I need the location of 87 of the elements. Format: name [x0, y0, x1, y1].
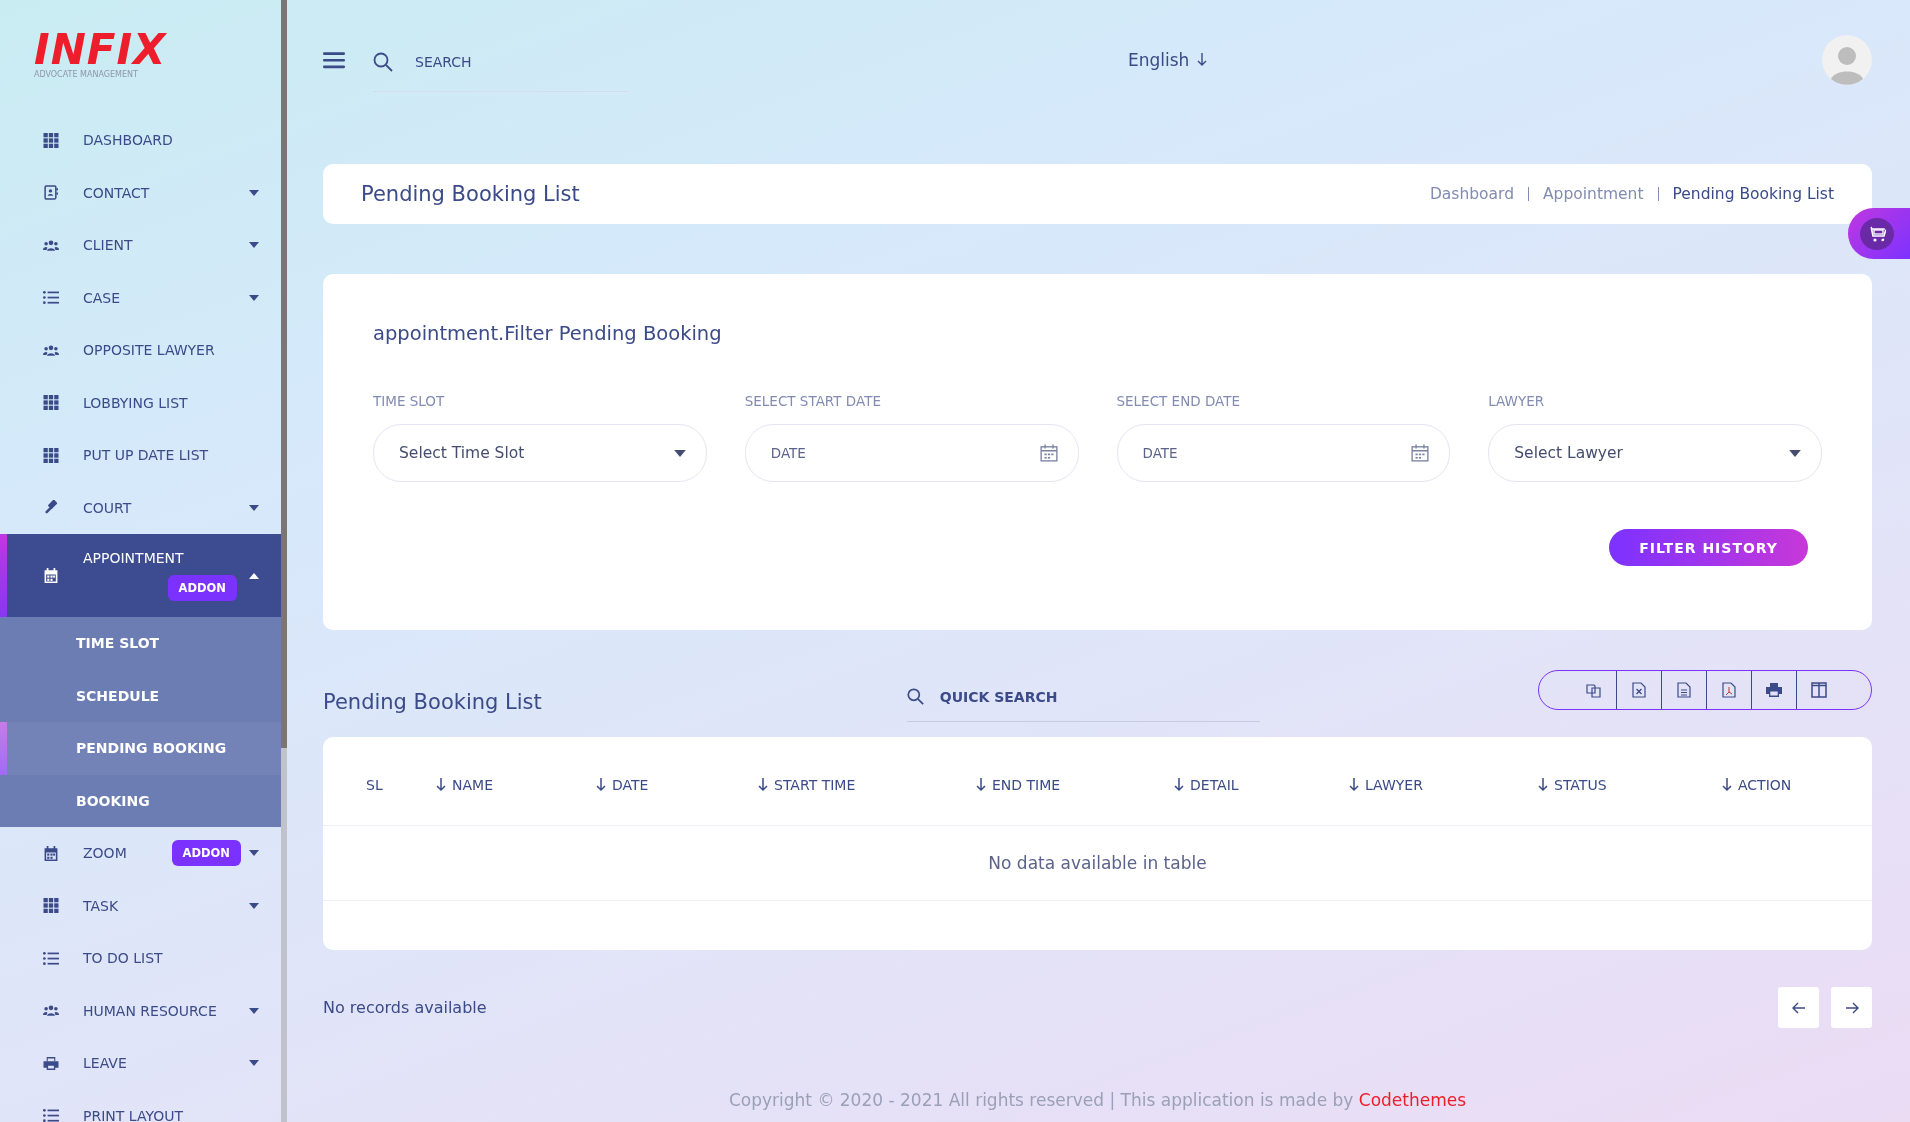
addon-badge: ADDON	[171, 840, 241, 867]
select-field[interactable]: Select Time Slot	[373, 424, 707, 482]
left-arrow-icon	[1791, 1001, 1806, 1014]
cart-icon	[1860, 217, 1894, 250]
grid-icon	[43, 898, 59, 914]
empty-table-message: No data available in table	[323, 826, 1872, 901]
copyright-text: Copyright © 2020 - 2021 All rights reserved | This application is made by Codethemes	[727, 1090, 1468, 1110]
search-icon	[906, 688, 924, 705]
sidebar-item[interactable]: DASHBOARD	[0, 114, 281, 167]
search-field[interactable]: SEARCH	[413, 52, 607, 71]
sort-arrow-icon	[436, 778, 446, 792]
list-title: Pending Booking List	[323, 690, 542, 714]
language-selector[interactable]: English	[1128, 50, 1208, 70]
calendar-icon	[1411, 444, 1430, 462]
logo-tagline: ADVOCATE MANAGEMENT	[34, 70, 138, 79]
list-icon	[43, 290, 59, 306]
sidebar-item[interactable]: ZOOM ADDON	[0, 827, 281, 880]
records-info: No records available	[323, 998, 487, 1017]
sort-arrow-icon	[1538, 778, 1548, 792]
sort-arrow-icon	[976, 778, 986, 792]
breadcrumb-link[interactable]: Dashboard	[1429, 185, 1514, 203]
submenu-item[interactable]: BOOKING	[0, 774, 281, 827]
grid-icon	[43, 395, 59, 411]
column-header: SL	[366, 777, 383, 793]
down-arrow-icon	[1197, 53, 1208, 67]
submenu-item[interactable]: PENDING BOOKING	[0, 722, 281, 775]
cart-button[interactable]	[1848, 208, 1910, 259]
sort-arrow-icon	[1174, 778, 1184, 792]
active-indicator	[0, 722, 7, 775]
column-header[interactable]: STATUS	[1538, 777, 1607, 793]
quick-search-field[interactable]: QUICK SEARCH	[937, 687, 1242, 706]
filter-history-button[interactable]: FILTER HISTORY	[1609, 529, 1808, 566]
users-icon	[43, 1003, 59, 1019]
column-header[interactable]: LAWYER	[1349, 777, 1423, 793]
sidebar-item[interactable]: APPOINTMENT ADDON	[0, 534, 281, 617]
sidebar-item[interactable]: CONTACT	[0, 166, 281, 219]
column-header[interactable]: END TIME	[976, 777, 1061, 793]
addon-badge: ADDON	[167, 575, 237, 601]
caret-icon	[1789, 449, 1801, 457]
field-label: LAWYER	[1488, 393, 1546, 409]
calendar-icon	[43, 568, 59, 583]
sort-arrow-icon	[1349, 778, 1359, 792]
field-label: TIME SLOT	[373, 393, 446, 409]
sort-arrow-icon	[758, 778, 768, 792]
search-icon	[373, 51, 393, 72]
grid-icon	[43, 132, 59, 148]
sidebar-item[interactable]: LEAVE	[0, 1037, 281, 1090]
calendar-icon	[43, 845, 59, 861]
list-icon	[43, 950, 59, 966]
column-header[interactable]: ACTION	[1722, 777, 1792, 793]
sidebar-item[interactable]: COURT	[0, 481, 281, 534]
filter-title: appointment.Filter Pending Booking	[373, 322, 723, 345]
column-header[interactable]: NAME	[436, 777, 493, 793]
sidebar-item[interactable]: CASE	[0, 271, 281, 324]
menu-icon[interactable]	[323, 51, 345, 69]
sidebar-item[interactable]: OPPOSITE LAWYER	[0, 324, 281, 377]
date-field[interactable]: DATE	[1116, 424, 1451, 482]
field-label: SELECT END DATE	[1116, 393, 1242, 409]
field-label: SELECT START DATE	[744, 393, 882, 409]
sidebar-item[interactable]: LOBBYING LIST	[0, 376, 281, 429]
scrollbar-thumb[interactable]	[281, 0, 287, 748]
printer-icon	[43, 1055, 59, 1071]
page-title: Pending Booking List	[361, 182, 580, 206]
submenu-item[interactable]: SCHEDULE	[0, 669, 281, 722]
sort-arrow-icon	[1722, 778, 1732, 792]
calendar-icon	[1039, 444, 1058, 462]
submenu-item[interactable]: TIME SLOT	[0, 617, 281, 670]
sort-arrow-icon	[596, 778, 606, 792]
caret-icon	[673, 449, 686, 457]
select-field[interactable]: Select Lawyer	[1488, 424, 1822, 482]
date-field[interactable]: DATE	[744, 424, 1079, 482]
contact-card-icon	[43, 185, 59, 201]
sidebar-item[interactable]: PUT UP DATE LIST	[0, 429, 281, 482]
gavel-icon	[43, 500, 59, 516]
sidebar-item[interactable]: HUMAN RESOURCE	[0, 984, 281, 1037]
sidebar-item[interactable]: PRINT LAYOUT	[0, 1089, 281, 1122]
sidebar-item[interactable]: TASK	[0, 879, 281, 932]
column-header[interactable]: DETAIL	[1174, 777, 1239, 793]
sidebar-item[interactable]: CLIENT	[0, 219, 281, 272]
right-arrow-icon	[1844, 1001, 1859, 1014]
grid-icon	[43, 447, 59, 463]
list-icon	[43, 1108, 59, 1122]
column-header[interactable]: START TIME	[758, 777, 856, 793]
logo-wordmark: INFIX	[34, 30, 167, 70]
breadcrumb-link[interactable]: Pending Booking List	[1672, 185, 1834, 203]
column-header[interactable]: DATE	[596, 777, 649, 793]
sidebar-item[interactable]: TO DO LIST	[0, 932, 281, 985]
